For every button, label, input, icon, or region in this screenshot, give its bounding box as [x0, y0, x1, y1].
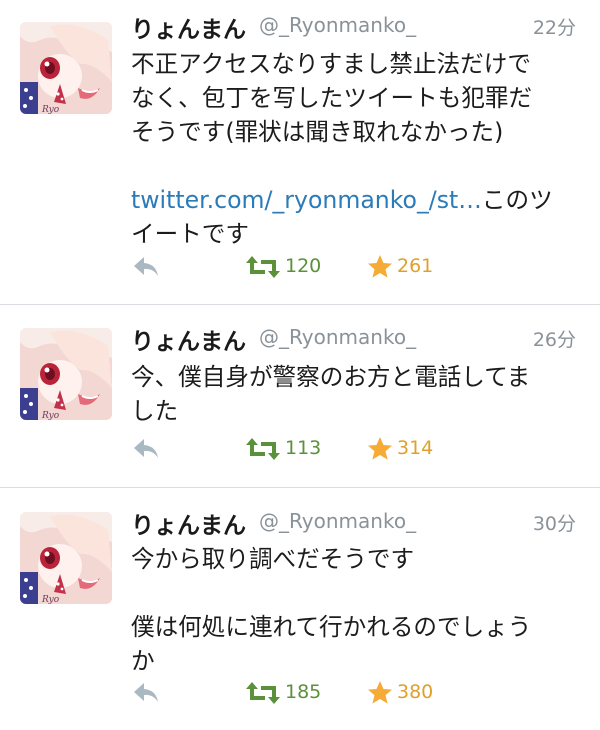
- reply-icon: [134, 683, 158, 702]
- retweet-icon: [246, 438, 280, 460]
- tweet-2[interactable]: りょんまん @_Ryonmanko_ 26分 今、僕自身が警察のお方と電話してま…: [0, 304, 600, 488]
- reply-icon: [134, 257, 158, 276]
- tweet-actions: 120 261: [131, 252, 580, 282]
- retweet-count: 185: [285, 681, 322, 703]
- retweet-button[interactable]: 185: [245, 678, 365, 708]
- tweet-text-line: か: [131, 647, 155, 675]
- tweet-actions: 113 314: [131, 434, 580, 464]
- user-handle[interactable]: @_Ryonmanko_: [259, 13, 416, 37]
- tweet-text-fragment: このツ: [481, 186, 553, 214]
- line-break: [131, 149, 581, 183]
- timestamp[interactable]: 22分: [533, 13, 576, 40]
- avatar[interactable]: [20, 328, 112, 420]
- favorite-count: 314: [397, 437, 434, 459]
- tweet-actions: 185 380: [131, 678, 580, 708]
- tweet-text-line: そうです(罪状は聞き取れなかった): [131, 118, 504, 146]
- reply-icon: [134, 439, 158, 458]
- tweet-text-line: 今から取り調べだそうです: [131, 545, 415, 573]
- avatar[interactable]: [20, 512, 112, 604]
- timestamp[interactable]: 30分: [533, 509, 576, 536]
- reply-button[interactable]: [131, 252, 163, 282]
- retweet-icon: [246, 256, 280, 278]
- star-icon: [368, 681, 392, 704]
- favorite-count: 380: [397, 681, 434, 703]
- tweet-text-line: した: [131, 397, 179, 425]
- retweet-button[interactable]: 113: [245, 434, 365, 464]
- retweet-icon: [246, 682, 280, 704]
- user-handle[interactable]: @_Ryonmanko_: [259, 325, 416, 349]
- tweet-text: 今、僕自身が警察のお方と電話してま した: [131, 360, 581, 428]
- tweet-header: りょんまん @_Ryonmanko_ 30分: [131, 506, 576, 539]
- display-name[interactable]: りょんまん: [131, 506, 246, 540]
- tweet-text: 不正アクセスなりすまし禁止法だけで なく、包丁を写したツイートも犯罪だ そうです…: [131, 47, 581, 251]
- reply-button[interactable]: [131, 434, 163, 464]
- favorite-button[interactable]: 261: [367, 252, 487, 282]
- tweet-text-line: twitter.com/_ryonmanko_/st…このツ: [131, 183, 581, 217]
- reply-button[interactable]: [131, 678, 163, 708]
- tweet-3[interactable]: りょんまん @_Ryonmanko_ 30分 今から取り調べだそうです 僕は何処…: [0, 488, 600, 730]
- avatar[interactable]: [20, 22, 112, 114]
- tweet-text-line: 不正アクセスなりすまし禁止法だけで: [131, 50, 531, 78]
- tweet-header: りょんまん @_Ryonmanko_ 22分: [131, 10, 576, 43]
- tweet-header: りょんまん @_Ryonmanko_ 26分: [131, 322, 576, 355]
- tweet-timeline: りょんまん @_Ryonmanko_ 22分 不正アクセスなりすまし禁止法だけで…: [0, 0, 600, 730]
- tweet-text-line: イートです: [131, 220, 249, 248]
- favorite-button[interactable]: 314: [367, 434, 487, 464]
- tweet-link[interactable]: twitter.com/_ryonmanko_/st…: [131, 186, 482, 214]
- timestamp[interactable]: 26分: [533, 325, 576, 352]
- star-icon: [368, 437, 392, 460]
- favorite-button[interactable]: 380: [367, 678, 487, 708]
- tweet-text-line: 僕は何処に連れて行かれるのでしょう: [131, 613, 532, 641]
- retweet-count: 113: [285, 437, 322, 459]
- tweet-1[interactable]: りょんまん @_Ryonmanko_ 22分 不正アクセスなりすまし禁止法だけで…: [0, 0, 600, 304]
- user-handle[interactable]: @_Ryonmanko_: [259, 509, 416, 533]
- tweet-text: 今から取り調べだそうです 僕は何処に連れて行かれるのでしょう か: [131, 542, 581, 678]
- line-break: [131, 576, 581, 610]
- favorite-count: 261: [397, 255, 434, 277]
- retweet-count: 120: [285, 255, 322, 277]
- tweet-text-line: 今、僕自身が警察のお方と電話してま: [131, 363, 531, 391]
- tweet-text-line: なく、包丁を写したツイートも犯罪だ: [131, 84, 533, 112]
- retweet-button[interactable]: 120: [245, 252, 365, 282]
- display-name[interactable]: りょんまん: [131, 322, 246, 356]
- star-icon: [368, 255, 392, 278]
- display-name[interactable]: りょんまん: [131, 10, 246, 44]
